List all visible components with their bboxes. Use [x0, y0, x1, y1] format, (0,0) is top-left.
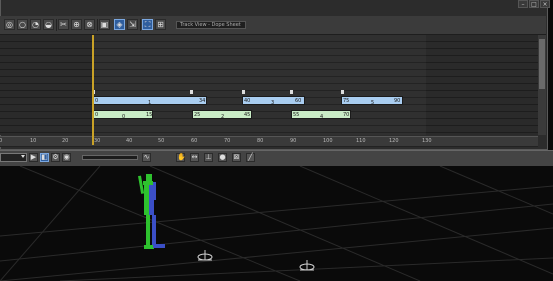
ruler-tick-label: 100	[323, 138, 333, 144]
snapshot-icon[interactable]: ◉	[62, 153, 71, 162]
ruler-tick-label: 80	[257, 138, 264, 144]
selection-set-dropdown[interactable]	[0, 153, 27, 162]
ruler-tick-label: 20	[62, 138, 69, 144]
cut-icon[interactable]: ✂	[58, 19, 69, 30]
window-controls: – □ ×	[518, 0, 550, 9]
vertical-scrollbar[interactable]	[538, 35, 546, 135]
paste-icon[interactable]: ⊗	[84, 19, 95, 30]
footstep-gizmo[interactable]	[299, 260, 315, 271]
clip-end-label: 15	[146, 112, 153, 118]
clip-start-label: 75	[343, 98, 350, 104]
key-marker[interactable]	[290, 90, 293, 94]
snap-icon[interactable]: ◈	[114, 19, 125, 30]
clip-index-label: 5	[371, 100, 375, 106]
ground-grid	[0, 166, 553, 281]
ruler-tick-label: 120	[389, 138, 399, 144]
clip-index-label: 2	[221, 114, 225, 120]
zoom-icon[interactable]: ⊥	[204, 153, 213, 162]
lock-icon[interactable]: ▣	[99, 19, 110, 30]
scale-keys-icon[interactable]: ◒	[43, 19, 54, 30]
close-icon[interactable]: ×	[540, 0, 550, 8]
clip-start-label: 25	[194, 112, 201, 118]
zoom-region-icon[interactable]: ●	[218, 153, 227, 162]
clip-start-label: 55	[293, 112, 300, 118]
clip-start-label: 0	[95, 112, 99, 118]
edit-ranges-icon[interactable]: ⛶	[142, 19, 153, 30]
maximize-icon[interactable]: □	[529, 0, 539, 8]
ruler-tick-label: 0	[0, 138, 3, 144]
ruler-tick-label: 40	[126, 138, 133, 144]
ruler-tick-label: 130	[422, 138, 432, 144]
toolbar-separator	[97, 19, 98, 31]
clip-end-label: 60	[295, 98, 302, 104]
viewport-scene	[0, 166, 553, 281]
track-view-toolbar: ◎ ○ ◔ ◒ ✂ ⊕ ⊗ ▣ ◈ ⇲ ⛶ ⊞	[0, 16, 546, 35]
curve-icon[interactable]: ∿	[142, 153, 151, 162]
ruler-tick-label: 90	[290, 138, 297, 144]
clip-end-label: 34	[199, 98, 206, 104]
time-range-slider[interactable]	[82, 155, 138, 160]
pan-icon[interactable]: ✋	[176, 153, 186, 162]
blue-clip[interactable]: 40 3 60	[242, 96, 305, 106]
clip-end-label: 70	[343, 112, 350, 118]
play-icon[interactable]: ▶	[29, 153, 38, 162]
scrollbar-thumb[interactable]	[539, 39, 545, 89]
green-clip[interactable]: 55 4 70	[291, 110, 351, 120]
chevron-down-icon	[21, 155, 25, 158]
time-slider-playhead[interactable]	[92, 35, 94, 145]
biped-character[interactable]	[138, 174, 165, 249]
blue-clip[interactable]: 75 5 90	[341, 96, 403, 106]
zoom-horizontal-icon[interactable]: ↔	[190, 153, 199, 162]
minimize-icon[interactable]: –	[518, 0, 528, 8]
key-filter-icon[interactable]: ⚙	[51, 153, 60, 162]
3d-viewport[interactable]	[0, 166, 553, 281]
active-range-area	[92, 35, 426, 135]
ruler-tick-label: 10	[30, 138, 37, 144]
clip-index-label: 0	[122, 114, 126, 120]
hierarchy-icon[interactable]: ⊞	[155, 19, 166, 30]
key-mode-icon[interactable]: ⇲	[127, 19, 138, 30]
move-keys-icon[interactable]: ○	[17, 19, 28, 30]
clip-start-label: 0	[95, 98, 99, 104]
clip-index-label: 3	[271, 100, 275, 106]
selection-icon[interactable]: ◧	[40, 153, 49, 162]
key-marker[interactable]	[190, 90, 193, 94]
clip-index-label: 1	[148, 100, 152, 106]
footstep-gizmo[interactable]	[197, 250, 213, 261]
slide-keys-icon[interactable]: ◔	[30, 19, 41, 30]
key-marker[interactable]	[242, 90, 245, 94]
green-clip[interactable]: 0 0 15	[93, 110, 153, 120]
ruler-tick-label: 60	[191, 138, 198, 144]
ruler-tick-label: 110	[356, 138, 366, 144]
toolbar-separator	[56, 19, 57, 31]
blue-clip[interactable]: 0 1 34	[93, 96, 207, 106]
clip-start-label: 40	[244, 98, 251, 104]
clip-end-label: 90	[394, 98, 401, 104]
key-marker[interactable]	[341, 90, 344, 94]
ruler-tick-label: 70	[224, 138, 231, 144]
clip-index-label: 4	[320, 114, 324, 120]
green-clip[interactable]: 25 2 45	[192, 110, 252, 120]
pencil-icon[interactable]: ╱	[246, 153, 255, 162]
toolbar-separator	[140, 19, 141, 31]
zoom-extents-icon[interactable]: ⊠	[232, 153, 241, 162]
ruler-tick-label: 30	[94, 138, 101, 144]
ruler-tick-label: 50	[158, 138, 165, 144]
filter-icon[interactable]: ◎	[4, 19, 15, 30]
track-view-title-field[interactable]: Track View - Dope Sheet	[176, 21, 246, 29]
time-ruler[interactable]: 0 10 20 30 40 50 60 70 80 90 100 110 120…	[0, 136, 538, 147]
clip-end-label: 45	[244, 112, 251, 118]
copy-icon[interactable]: ⊕	[71, 19, 82, 30]
